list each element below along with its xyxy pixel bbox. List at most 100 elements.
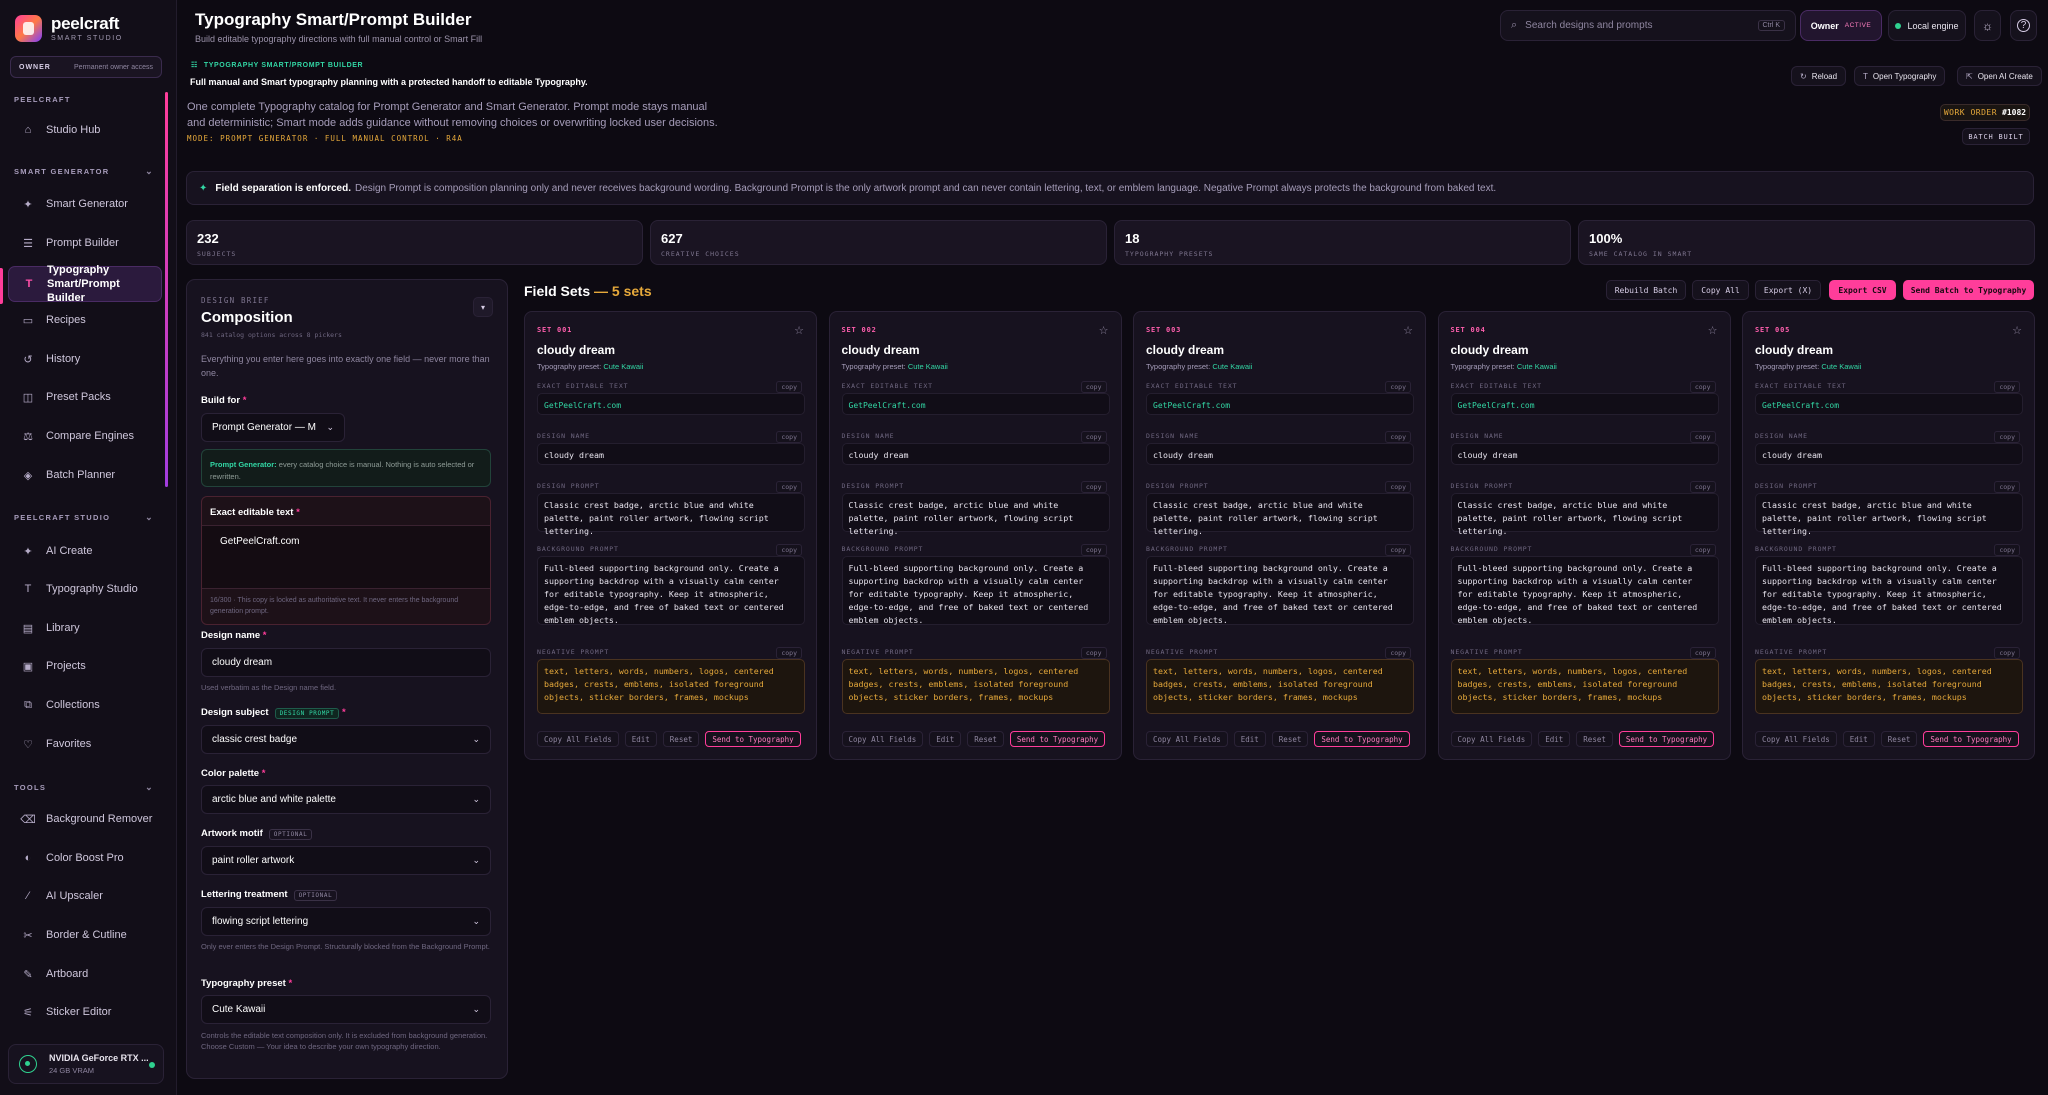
copy-button[interactable]: copy: [1994, 544, 2020, 556]
send-batch-button[interactable]: Send Batch to Typography: [1903, 280, 2034, 300]
exact-text-field[interactable]: GetPeelCraft.com: [1755, 393, 2023, 415]
star-icon[interactable]: ☆: [1099, 324, 1109, 337]
copy-all-fields-button[interactable]: Copy All Fields: [1146, 731, 1228, 747]
negative-prompt-field[interactable]: text, letters, words, numbers, logos, ce…: [841, 659, 1110, 714]
sidebar-section-studio[interactable]: PEELCRAFT STUDIO ⌄: [14, 512, 154, 523]
copy-button[interactable]: copy: [1994, 647, 2020, 659]
sidebar-item-projects[interactable]: ▣ Projects: [8, 650, 162, 682]
copy-button[interactable]: copy: [1689, 431, 1716, 443]
sidebar-item-recipes[interactable]: ▭ Recipes: [8, 304, 162, 336]
background-prompt-field[interactable]: Full-bleed supporting background only. C…: [1755, 556, 2023, 625]
copy-button[interactable]: copy: [1385, 431, 1411, 443]
gpu-status-card[interactable]: NVIDIA GeForce RTX ... 24 GB VRAM: [8, 1044, 164, 1084]
copy-button[interactable]: copy: [1689, 544, 1716, 556]
copy-button[interactable]: copy: [1994, 381, 2020, 393]
reset-button[interactable]: Reset: [1576, 731, 1613, 747]
send-to-typography-button[interactable]: Send to Typography: [1618, 731, 1715, 747]
export-button[interactable]: Export (X): [1755, 280, 1821, 300]
edit-button[interactable]: Edit: [1538, 731, 1571, 747]
background-prompt-field[interactable]: Full-bleed supporting background only. C…: [1450, 556, 1719, 625]
copy-button[interactable]: copy: [1080, 647, 1107, 659]
copy-button[interactable]: copy: [1994, 431, 2020, 443]
background-prompt-field[interactable]: Full-bleed supporting background only. C…: [1146, 556, 1414, 625]
design-prompt-field[interactable]: Classic crest badge, arctic blue and whi…: [841, 493, 1110, 536]
design-name-field[interactable]: cloudy dream: [841, 443, 1110, 465]
sidebar-item-collections[interactable]: ⧉ Collections: [8, 689, 162, 721]
copy-all-fields-button[interactable]: Copy All Fields: [1755, 731, 1837, 747]
design-prompt-field[interactable]: Classic crest badge, arctic blue and whi…: [1450, 493, 1719, 536]
help-button[interactable]: ?: [2010, 10, 2037, 41]
exact-text-field[interactable]: GetPeelCraft.com: [1450, 393, 1719, 415]
design-subject-select[interactable]: classic crest badge ⌄: [201, 725, 491, 754]
sidebar-section-smart-generator[interactable]: SMART GENERATOR ⌄: [14, 166, 154, 177]
copy-button[interactable]: copy: [1385, 647, 1411, 659]
owner-menu-button[interactable]: Owner ACTIVE: [1800, 10, 1882, 41]
star-icon[interactable]: ☆: [2012, 324, 2022, 337]
edit-button[interactable]: Edit: [1842, 731, 1875, 747]
copy-button[interactable]: copy: [1385, 544, 1411, 556]
search-input[interactable]: Search designs and prompts: [1525, 20, 1757, 31]
reset-button[interactable]: Reset: [662, 731, 700, 747]
design-name-field[interactable]: cloudy dream: [201, 648, 491, 677]
sidebar-item-typography-builder[interactable]: T Typography Smart/Prompt Builder: [8, 264, 162, 304]
sidebar-item-ai-create[interactable]: ✦ AI Create: [8, 535, 162, 567]
sidebar-item-color-boost[interactable]: ◐ Color Boost Pro: [8, 842, 162, 874]
search-bar[interactable]: ⌕ Search designs and prompts Ctrl K: [1500, 10, 1796, 41]
send-to-typography-button[interactable]: Send to Typography: [1314, 731, 1410, 747]
edit-button[interactable]: Edit: [929, 731, 962, 747]
copy-button[interactable]: copy: [1080, 544, 1107, 556]
copy-button[interactable]: copy: [1080, 381, 1107, 393]
sidebar-item-favorites[interactable]: ♡ Favorites: [8, 728, 162, 760]
reset-button[interactable]: Reset: [967, 731, 1004, 747]
open-typography-button[interactable]: T Open Typography: [1854, 66, 1946, 86]
exact-text-field[interactable]: GetPeelCraft.com: [202, 525, 490, 589]
sidebar-item-sticker-editor[interactable]: ⚟ Sticker Editor: [8, 996, 162, 1028]
reset-button[interactable]: Reset: [1271, 731, 1309, 747]
design-prompt-field[interactable]: Classic crest badge, arctic blue and whi…: [1146, 493, 1414, 536]
edit-button[interactable]: Edit: [1233, 731, 1266, 747]
copy-button[interactable]: copy: [1994, 481, 2020, 493]
copy-button[interactable]: copy: [776, 481, 802, 493]
artwork-motif-select[interactable]: paint roller artwork ⌄: [201, 846, 491, 875]
sidebar-item-studio-hub[interactable]: ⌂ Studio Hub: [8, 114, 162, 146]
build-for-select[interactable]: Prompt Generator — M ⌄: [201, 413, 345, 442]
background-prompt-field[interactable]: Full-bleed supporting background only. C…: [537, 556, 805, 625]
export-csv-button[interactable]: Export CSV: [1829, 280, 1896, 300]
sidebar-item-prompt-builder[interactable]: ☰ Prompt Builder: [8, 227, 162, 259]
send-to-typography-button[interactable]: Send to Typography: [705, 731, 801, 747]
design-prompt-field[interactable]: Classic crest badge, arctic blue and whi…: [1755, 493, 2023, 536]
copy-button[interactable]: copy: [776, 647, 802, 659]
negative-prompt-field[interactable]: text, letters, words, numbers, logos, ce…: [537, 659, 805, 714]
copy-button[interactable]: copy: [1080, 431, 1107, 443]
exact-text-field[interactable]: GetPeelCraft.com: [841, 393, 1110, 415]
design-name-field[interactable]: cloudy dream: [537, 443, 805, 465]
collapse-button[interactable]: ▾: [473, 297, 493, 317]
copy-button[interactable]: copy: [1080, 481, 1107, 493]
sidebar-item-compare-engines[interactable]: ⚖ Compare Engines: [8, 420, 162, 452]
local-engine-button[interactable]: Local engine: [1888, 10, 1966, 41]
star-icon[interactable]: ☆: [1403, 324, 1413, 337]
edit-button[interactable]: Edit: [624, 731, 657, 747]
star-icon[interactable]: ☆: [1708, 324, 1718, 337]
sidebar-item-background-remover[interactable]: ⌫ Background Remover: [8, 803, 162, 835]
sidebar-item-smart-generator[interactable]: ✦ Smart Generator: [8, 188, 162, 220]
sidebar-item-library[interactable]: ▤ Library: [8, 612, 162, 644]
color-palette-select[interactable]: arctic blue and white palette ⌄: [201, 785, 491, 814]
exact-text-field[interactable]: GetPeelCraft.com: [537, 393, 805, 415]
copy-all-fields-button[interactable]: Copy All Fields: [841, 731, 924, 747]
lettering-select[interactable]: flowing script lettering ⌄: [201, 907, 491, 936]
design-prompt-field[interactable]: Classic crest badge, arctic blue and whi…: [537, 493, 805, 536]
copy-button[interactable]: copy: [1385, 481, 1411, 493]
sidebar-item-ai-upscaler[interactable]: ⁄ AI Upscaler: [8, 880, 162, 912]
copy-button[interactable]: copy: [776, 381, 802, 393]
exact-text-field[interactable]: GetPeelCraft.com: [1146, 393, 1414, 415]
copy-button[interactable]: copy: [1689, 381, 1716, 393]
copy-button[interactable]: copy: [1385, 381, 1411, 393]
copy-all-fields-button[interactable]: Copy All Fields: [537, 731, 619, 747]
sidebar-item-batch-planner[interactable]: ◈ Batch Planner: [8, 459, 162, 491]
sidebar-scrollbar[interactable]: [165, 92, 168, 487]
sidebar-item-preset-packs[interactable]: ◫ Preset Packs: [8, 381, 162, 413]
sidebar-item-typography-studio[interactable]: T Typography Studio: [8, 573, 162, 605]
copy-button[interactable]: copy: [1689, 481, 1716, 493]
theme-toggle-button[interactable]: ☼: [1974, 10, 2001, 41]
